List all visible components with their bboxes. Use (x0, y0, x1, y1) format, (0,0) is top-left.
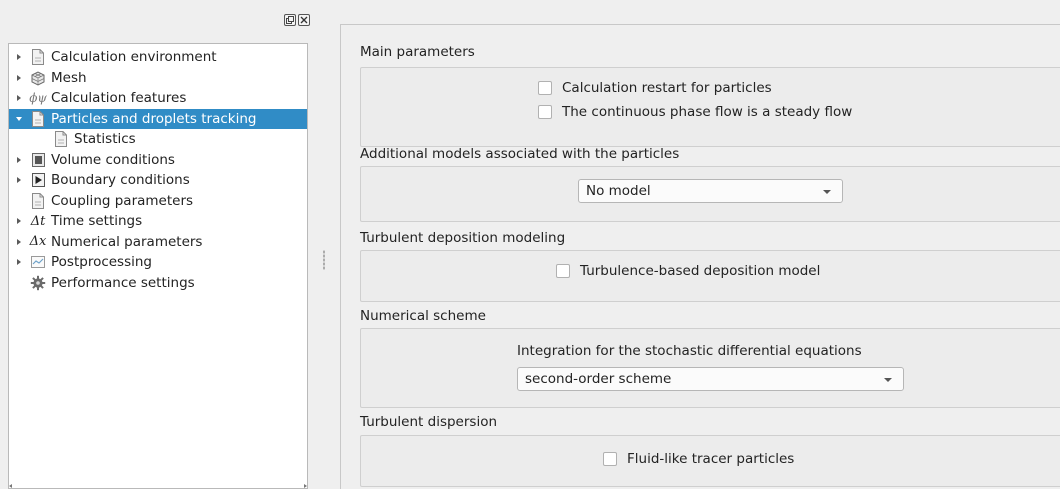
tree-item[interactable]: Δx Numerical parameters (9, 232, 307, 252)
tree-item[interactable]: Boundary conditions (9, 170, 307, 190)
deposition-model-label: Turbulence-based deposition model (580, 263, 821, 279)
tree-item-label: Mesh (51, 69, 87, 86)
close-icon (300, 16, 308, 24)
expand-arrow-right-icon[interactable] (14, 155, 24, 165)
particle-model-select[interactable]: No model (578, 179, 843, 203)
chevron-down-icon (884, 378, 892, 382)
phi-symbol-icon: ϕψ (29, 91, 47, 105)
navigation-tree[interactable]: Calculation environment Mesh ϕψ Calculation… (8, 43, 308, 489)
main-parameters-title: Main parameters (360, 44, 475, 60)
checkbox-box[interactable] (556, 264, 570, 278)
tree-item[interactable]: Volume conditions (9, 150, 307, 170)
additional-models-title: Additional models associated with the pa… (360, 146, 680, 162)
turbulent-dispersion-title: Turbulent dispersion (360, 414, 498, 430)
horizontal-scrollbar[interactable] (9, 483, 307, 488)
tree-item-label: Time settings (51, 213, 143, 229)
checkbox-box[interactable] (538, 105, 552, 119)
tree-item-label: Coupling parameters (51, 192, 194, 209)
checkbox-box[interactable] (538, 81, 552, 95)
tree-item[interactable]: Particles and droplets tracking (9, 108, 307, 129)
gear-icon (30, 275, 46, 291)
tree-item[interactable]: ϕψ Calculation features (9, 88, 307, 108)
restart-particles-checkbox[interactable]: Calculation restart for particles (538, 80, 772, 96)
tree-item-label: Particles and droplets tracking (51, 110, 257, 127)
tree-item-label: Volume conditions (51, 151, 175, 168)
particle-model-value: No model (586, 183, 651, 199)
tree-item-label: Postprocessing (51, 254, 152, 270)
float-icon (286, 16, 294, 24)
document-icon (30, 110, 46, 127)
turbulent-deposition-title: Turbulent deposition modeling (360, 230, 566, 246)
tree-item-label: Calculation environment (51, 49, 217, 65)
expand-arrow-right-icon[interactable] (14, 73, 24, 83)
integration-label: Integration for the stochastic different… (517, 343, 862, 359)
dock-title-buttons (284, 14, 310, 26)
tracer-particles-checkbox[interactable]: Fluid-like tracer particles (603, 451, 794, 467)
tree-item[interactable]: Statistics (9, 129, 307, 149)
tree-item[interactable]: Mesh (9, 68, 307, 88)
tree-item[interactable]: Calculation environment (9, 47, 307, 67)
tree-item-label: Performance settings (51, 274, 195, 291)
delta-t-icon: Δt (30, 213, 46, 229)
delta-x-icon: Δx (29, 234, 47, 249)
restart-particles-label: Calculation restart for particles (562, 80, 772, 96)
chevron-down-icon (823, 190, 831, 194)
tree-item[interactable]: Postprocessing (9, 252, 307, 272)
expand-arrow-right-icon[interactable] (14, 216, 24, 226)
tree-item-label: Calculation features (51, 90, 187, 106)
tree-item[interactable]: Δt Time settings (9, 211, 307, 231)
splitter-handle[interactable] (323, 250, 325, 270)
document-icon (30, 192, 46, 209)
expand-arrow-right-icon[interactable] (14, 257, 24, 267)
tree-item-label: Boundary conditions (51, 172, 190, 188)
checkbox-box[interactable] (603, 452, 617, 466)
volume-icon (30, 152, 46, 168)
steady-flow-label: The continuous phase flow is a steady fl… (562, 104, 853, 120)
integration-scheme-select[interactable]: second-order scheme (517, 367, 904, 391)
deposition-model-checkbox[interactable]: Turbulence-based deposition model (556, 263, 820, 279)
expand-arrow-down-icon[interactable] (14, 114, 24, 124)
tree-item-label: Numerical parameters (51, 233, 203, 250)
float-dock-button[interactable] (284, 14, 296, 26)
numerical-scheme-title: Numerical scheme (360, 308, 486, 324)
tracer-particles-label: Fluid-like tracer particles (627, 451, 795, 467)
expand-arrow-right-icon[interactable] (14, 175, 24, 185)
close-dock-button[interactable] (298, 14, 310, 26)
chart-icon (30, 254, 46, 270)
tree-item[interactable]: Performance settings (9, 273, 307, 293)
document-icon (53, 131, 69, 147)
expand-arrow-right-icon[interactable] (14, 52, 24, 62)
steady-flow-checkbox[interactable]: The continuous phase flow is a steady fl… (538, 104, 852, 120)
mesh-icon (30, 70, 46, 86)
expand-arrow-right-icon[interactable] (14, 237, 24, 247)
integration-scheme-value: second-order scheme (525, 371, 672, 387)
tree-item[interactable]: Coupling parameters (9, 191, 307, 211)
boundary-icon (30, 172, 46, 188)
document-icon (30, 49, 46, 65)
expand-arrow-right-icon[interactable] (14, 93, 24, 103)
tree-item-label: Statistics (74, 131, 136, 147)
